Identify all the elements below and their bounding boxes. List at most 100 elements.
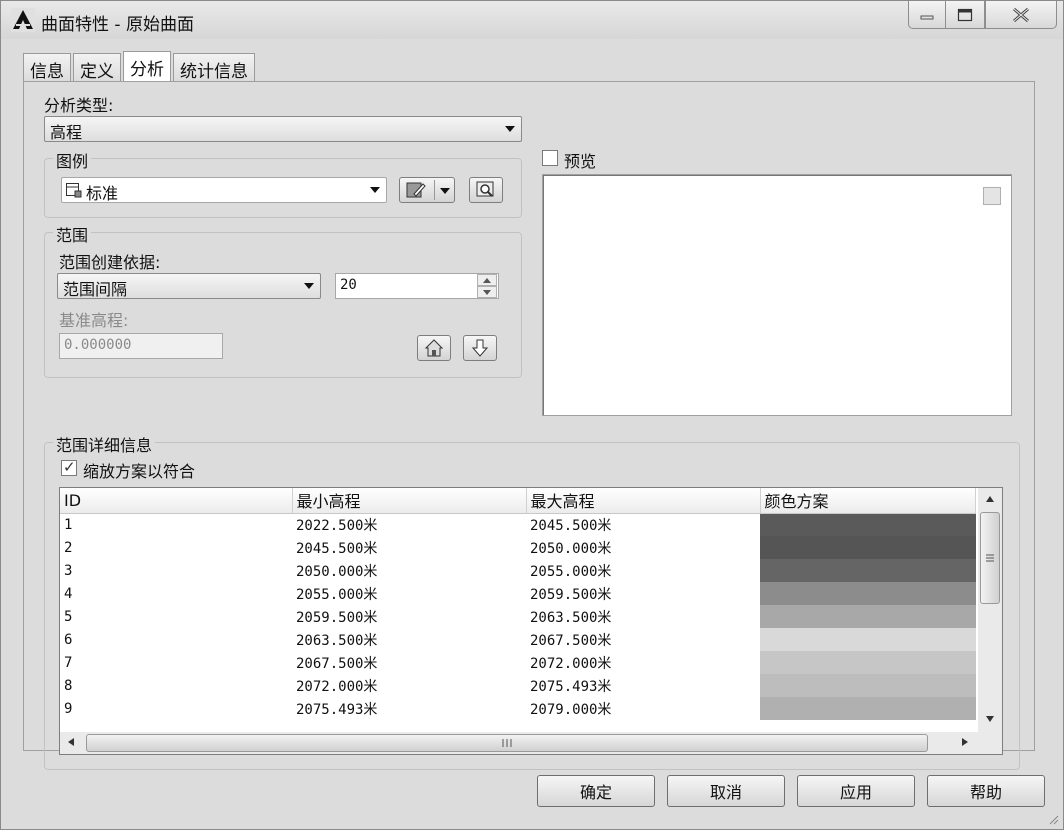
tab-definition[interactable]: 定义 [73,53,121,82]
row-min-elevation: 2067.500米 [296,655,378,672]
column-header-max[interactable]: 最大高程 [526,488,761,514]
table-row[interactable]: 6 2063.500米 2067.500米 [60,628,976,651]
horizontal-scroll-thumb[interactable] [86,734,928,752]
chevron-up-icon [483,278,491,283]
column-header-id[interactable]: ID [60,488,293,514]
preview-checkbox[interactable] [542,150,558,166]
legend-table-icon [66,183,82,198]
base-elevation-value: 0.000000 [64,337,132,353]
grip-icon [502,739,512,747]
row-color-swatch[interactable] [760,628,976,651]
table-row[interactable]: 5 2059.500米 2063.500米 [60,605,976,628]
analysis-type-value: 高程 [50,123,83,142]
grip-icon [986,554,994,562]
range-interval-stepper[interactable] [477,274,497,298]
preview-area [542,174,1012,416]
minimize-button[interactable] [908,1,946,29]
range-by-dropdown[interactable]: 范围间隔 [57,273,321,299]
row-color-swatch[interactable] [760,674,976,697]
row-min-elevation: 2022.500米 [296,517,378,534]
chevron-down-icon [483,290,491,295]
vertical-scroll-thumb[interactable] [980,512,1000,604]
close-button[interactable] [985,1,1057,29]
table-row[interactable]: 7 2067.500米 2072.000米 [60,651,976,674]
row-max-elevation: 2079.000米 [530,701,612,718]
maximize-button[interactable] [945,1,985,29]
ok-button[interactable]: 确定 [537,775,655,807]
close-icon [1013,7,1029,22]
fit-scheme-checkbox[interactable] [61,458,77,476]
scroll-left-icon[interactable] [68,738,74,746]
spin-up-button[interactable] [477,274,497,286]
tab-analysis[interactable]: 分析 [123,51,171,81]
edit-legend-style-button[interactable] [399,177,455,203]
row-max-elevation: 2050.000米 [530,540,612,557]
pick-elevation-button[interactable] [417,335,451,361]
row-id: 5 [64,608,73,625]
table-row[interactable]: 1 2022.500米 2045.500米 [60,513,976,536]
row-id: 8 [64,677,73,694]
base-elevation-input[interactable]: 0.000000 [59,333,223,359]
row-max-elevation: 2075.493米 [530,678,612,695]
row-color-swatch[interactable] [760,582,976,605]
table-row[interactable]: 8 2072.000米 2075.493米 [60,674,976,697]
analysis-panel: 分析类型: 高程 图例 标准 范围 范围创建依据: 范围间隔 20 基准高程: … [23,81,1035,770]
row-color-swatch[interactable] [760,536,976,559]
house-icon [424,339,444,357]
preview-color-swatch [983,187,1001,205]
window-title: 曲面特性 - 原始曲面 [41,15,194,35]
table-row[interactable]: 9 2075.493米 2079.000米 [60,697,976,720]
row-color-swatch[interactable] [760,697,976,720]
resize-grip-icon[interactable] [1047,813,1059,825]
row-color-swatch[interactable] [760,559,976,582]
row-min-elevation: 2063.500米 [296,632,378,649]
range-details-title: 范围详细信息 [53,432,156,456]
download-elevation-button[interactable] [463,335,497,361]
preview-label: 预览 [564,152,597,171]
legend-dropdown[interactable]: 标准 [61,177,387,203]
spin-down-button[interactable] [477,286,497,298]
row-id: 1 [64,516,73,533]
scroll-up-icon[interactable] [986,496,994,502]
help-button[interactable]: 帮助 [927,775,1045,807]
apply-button[interactable]: 应用 [797,775,915,807]
row-id: 2 [64,539,73,556]
column-header-color[interactable]: 颜色方案 [760,488,976,514]
row-max-elevation: 2067.500米 [530,632,612,649]
analysis-type-dropdown[interactable]: 高程 [44,116,522,142]
range-by-value: 范围间隔 [63,280,128,299]
table-row[interactable]: 4 2055.000米 2059.500米 [60,582,976,605]
preview-legend-button[interactable] [469,177,503,203]
scroll-right-icon[interactable] [962,738,968,746]
legend-value: 标准 [86,184,119,203]
tab-statistics[interactable]: 统计信息 [173,53,255,82]
row-max-elevation: 2059.500米 [530,586,612,603]
row-max-elevation: 2063.500米 [530,609,612,626]
chevron-down-icon [370,187,380,193]
row-color-swatch[interactable] [760,605,976,628]
tab-info[interactable]: 信息 [23,53,71,82]
edit-style-icon [406,182,426,198]
chevron-down-icon [440,188,450,194]
range-group-title: 范围 [53,222,92,246]
row-color-swatch[interactable] [760,513,976,536]
scroll-down-icon[interactable] [986,716,994,722]
row-id: 4 [64,585,73,602]
surface-properties-dialog: 曲面特性 - 原始曲面 信息 定义 分析 统计信息 分析类型: 高程 图例 标准… [0,0,1064,830]
vertical-scrollbar[interactable] [978,488,1002,732]
table-row[interactable]: 2 2045.500米 2050.000米 [60,536,976,559]
maximize-icon [957,8,973,21]
title-bar[interactable]: 曲面特性 - 原始曲面 [1,1,1063,39]
row-min-elevation: 2050.000米 [296,563,378,580]
range-interval-input[interactable]: 20 [335,273,499,299]
column-header-min[interactable]: 最小高程 [292,488,527,514]
row-id: 7 [64,654,73,671]
table-row[interactable]: 3 2050.000米 2055.000米 [60,559,976,582]
cancel-button[interactable]: 取消 [667,775,785,807]
horizontal-scrollbar[interactable] [60,732,1002,754]
row-min-elevation: 2055.000米 [296,586,378,603]
row-min-elevation: 2075.493米 [296,701,378,718]
row-color-swatch[interactable] [760,651,976,674]
row-min-elevation: 2059.500米 [296,609,378,626]
base-elevation-label: 基准高程: [59,311,129,330]
